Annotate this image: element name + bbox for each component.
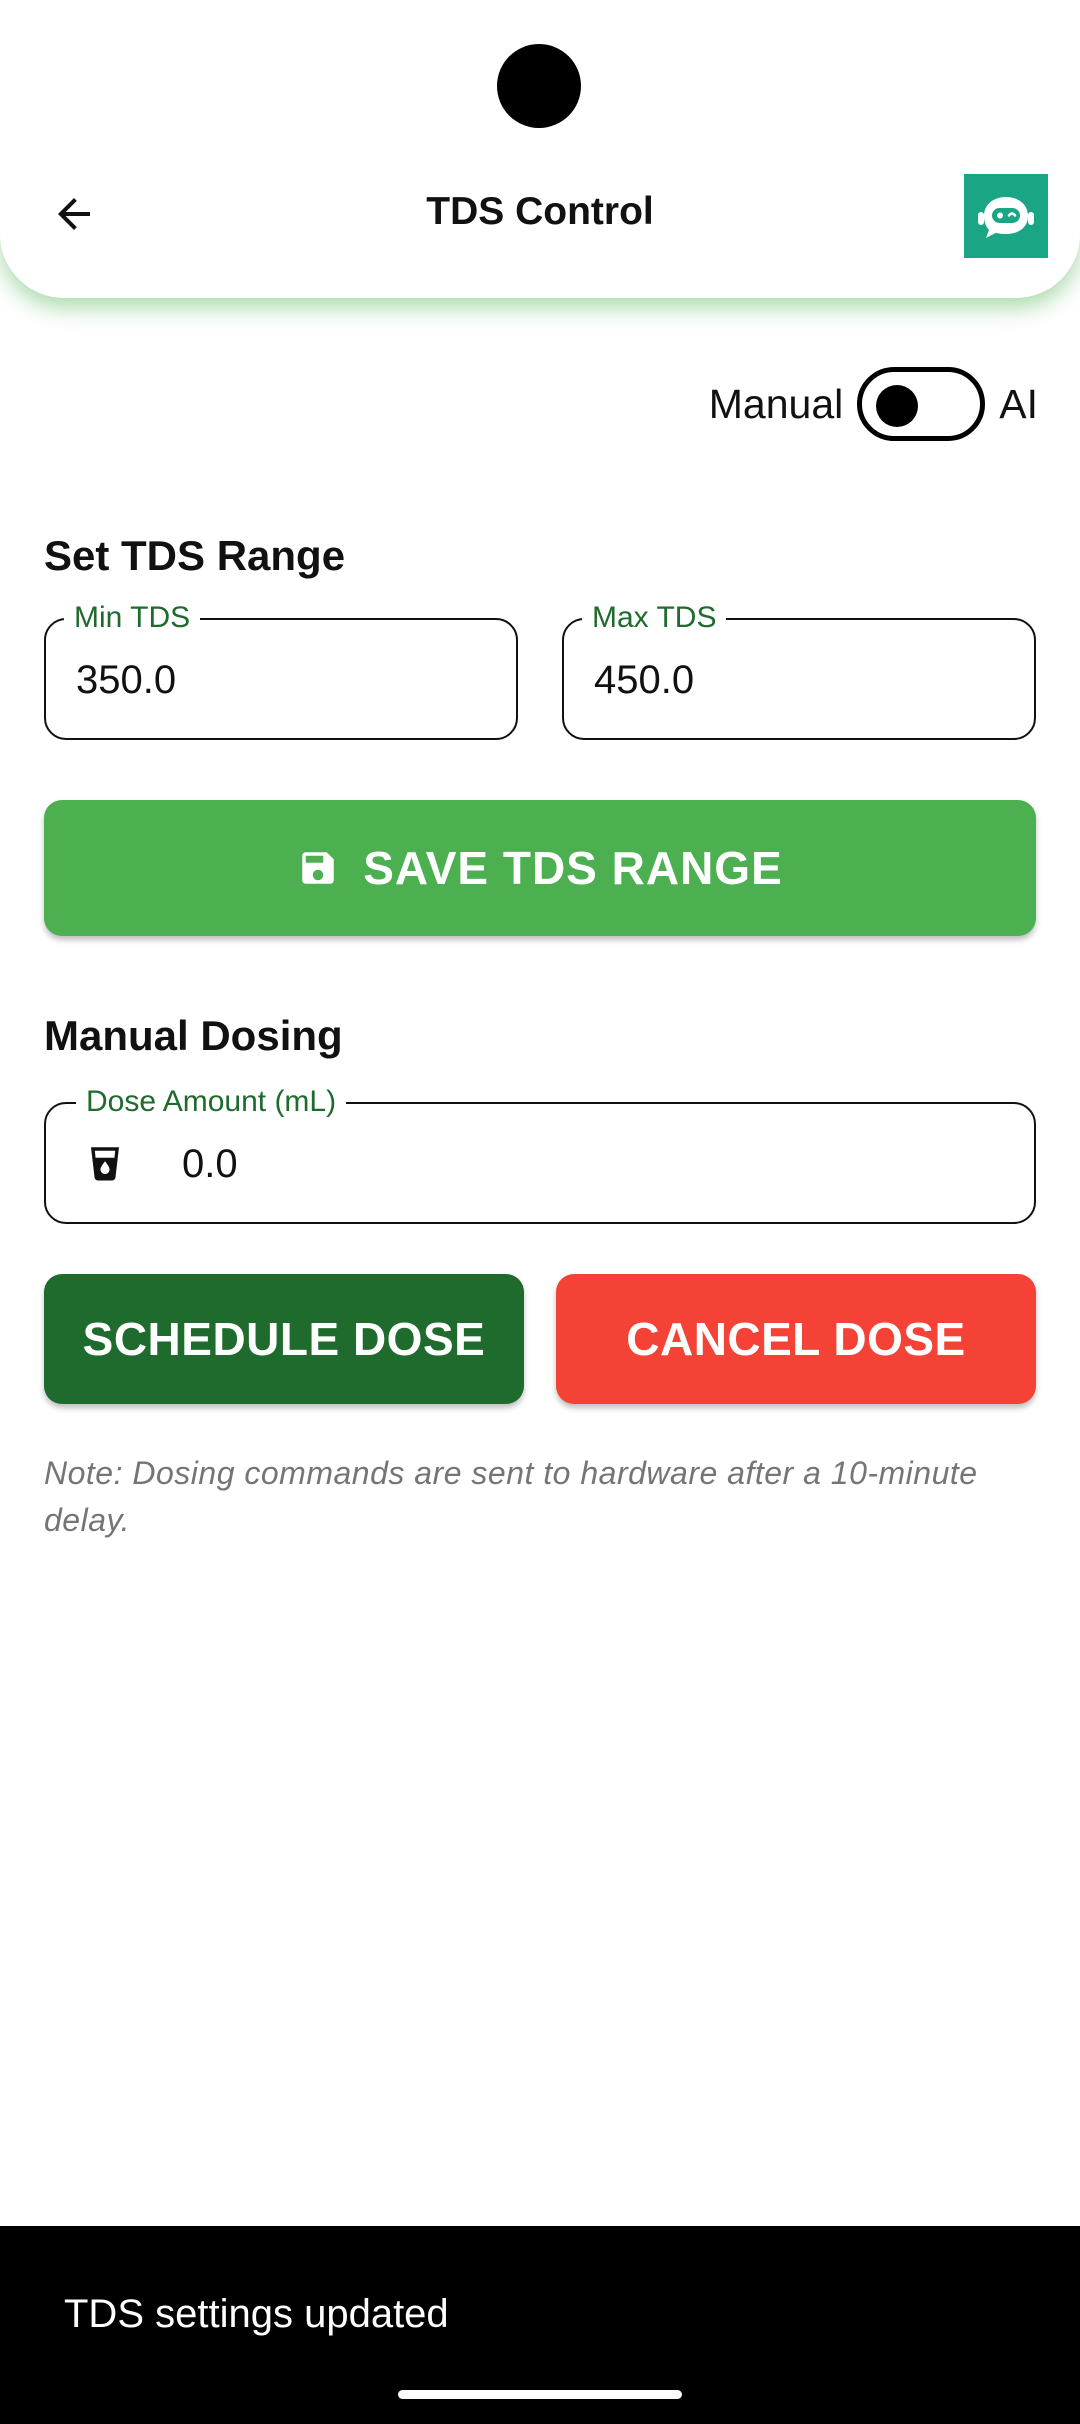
- ai-label: AI: [999, 380, 1038, 427]
- save-button-label: SAVE TDS RANGE: [363, 842, 783, 894]
- schedule-dose-button[interactable]: SCHEDULE DOSE: [44, 1274, 524, 1404]
- dose-amount-field[interactable]: Dose Amount (mL) 0.0: [44, 1084, 1036, 1224]
- max-tds-label: Max TDS: [582, 600, 727, 636]
- manual-dosing-heading: Manual Dosing: [44, 1012, 343, 1059]
- min-tds-label: Min TDS: [64, 600, 201, 636]
- floppy-disk-icon: [302, 852, 334, 884]
- mode-toggle-row: Manual AI: [709, 362, 1038, 446]
- manual-ai-switch[interactable]: [857, 367, 986, 441]
- robot-icon: [978, 197, 1034, 238]
- min-tds-field[interactable]: Min TDS 350.0: [44, 600, 518, 740]
- max-tds-value: 450.0: [594, 658, 695, 702]
- save-tds-range-button[interactable]: SAVE TDS RANGE: [44, 800, 1036, 936]
- dose-amount-value: 0.0: [182, 1142, 238, 1186]
- assistant-button[interactable]: [964, 174, 1048, 258]
- switch-knob: [876, 385, 919, 427]
- cancel-dose-button[interactable]: CANCEL DOSE: [556, 1274, 1036, 1404]
- min-tds-value: 350.0: [76, 658, 177, 702]
- camera-cutout: [497, 44, 581, 128]
- cup-drop-icon: [91, 1147, 119, 1181]
- snackbar-message: TDS settings updated: [64, 2292, 449, 2336]
- dose-amount-label: Dose Amount (mL): [76, 1084, 347, 1120]
- max-tds-field[interactable]: Max TDS 450.0: [562, 600, 1036, 740]
- page-title: TDS Control: [426, 190, 654, 233]
- app-screen: TDS Control Manual AI Set TDS Range Min …: [0, 0, 1080, 2424]
- manual-label: Manual: [708, 380, 844, 427]
- home-indicator[interactable]: [398, 2390, 682, 2399]
- snackbar: TDS settings updated: [0, 2226, 1080, 2424]
- set-tds-range-heading: Set TDS Range: [44, 532, 346, 579]
- app-bar: TDS Control: [0, 0, 1080, 298]
- dosing-note: Note: Dosing commands are sent to hardwa…: [44, 1455, 978, 1538]
